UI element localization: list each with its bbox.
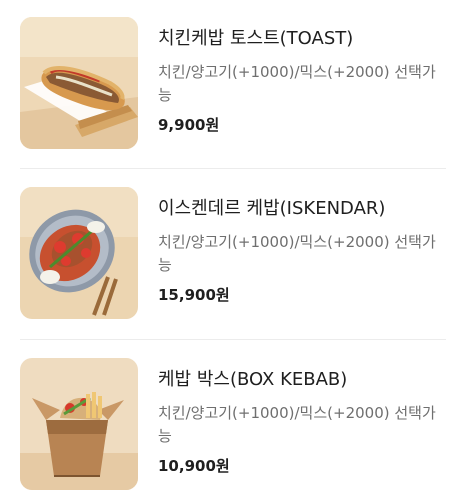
item-name: 이스켄데르 케밥(ISKENDAR): [158, 198, 386, 219]
divider: [20, 339, 446, 340]
item-price: 9,900원: [158, 116, 220, 134]
item-description: 치킨/양고기(+1000)/믹스(+2000) 선택가능: [158, 233, 436, 274]
item-info: 이스켄데르 케밥(ISKENDAR) 치킨/양고기(+1000)/믹스(+200…: [158, 196, 448, 306]
item-name: 케밥 박스(BOX KEBAB): [158, 369, 348, 390]
item-name: 치킨케밥 토스트(TOAST): [158, 28, 354, 49]
item-price: 15,900원: [158, 286, 230, 304]
box-kebab-image: [20, 358, 138, 490]
item-info: 치킨케밥 토스트(TOAST) 치킨/양고기(+1000)/믹스(+2000) …: [158, 26, 448, 136]
item-info: 케밥 박스(BOX KEBAB) 치킨/양고기(+1000)/믹스(+2000)…: [158, 367, 448, 477]
menu-item-iskender-kebab[interactable]: 이스켄데르 케밥(ISKENDAR) 치킨/양고기(+1000)/믹스(+200…: [0, 170, 466, 320]
menu-list: 치킨케밥 토스트(TOAST) 치킨/양고기(+1000)/믹스(+2000) …: [0, 0, 466, 504]
menu-item-box-kebab[interactable]: 케밥 박스(BOX KEBAB) 치킨/양고기(+1000)/믹스(+2000)…: [0, 341, 466, 491]
divider: [20, 168, 446, 169]
item-price: 10,900원: [158, 457, 230, 475]
kebab-toast-image: [20, 17, 138, 149]
iskender-kebab-image: [20, 187, 138, 319]
menu-item-chicken-kebab-toast[interactable]: 치킨케밥 토스트(TOAST) 치킨/양고기(+1000)/믹스(+2000) …: [0, 0, 466, 150]
item-description: 치킨/양고기(+1000)/믹스(+2000) 선택가능: [158, 63, 436, 104]
item-description: 치킨/양고기(+1000)/믹스(+2000) 선택가능: [158, 404, 436, 445]
